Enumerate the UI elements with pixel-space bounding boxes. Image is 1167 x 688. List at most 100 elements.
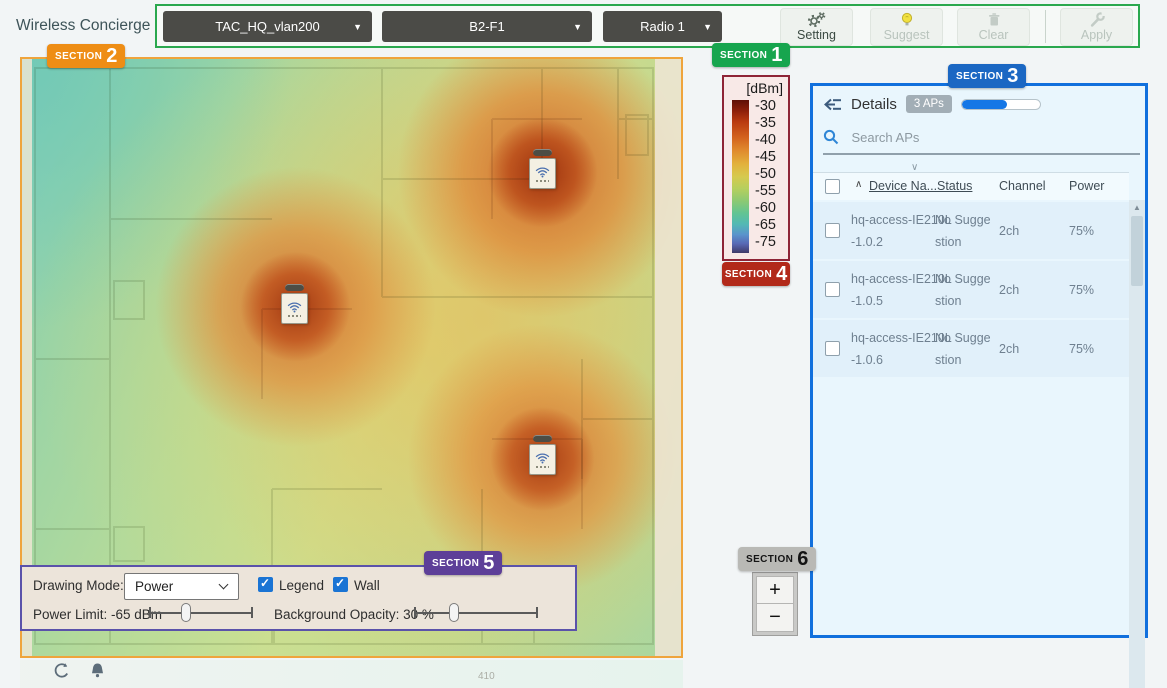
dbm-legend: [dBm] -30 -35 -40 -45 -50 -55 -60 -65 -7… xyxy=(722,75,790,261)
ap-device-icon xyxy=(281,293,308,324)
details-label: Details xyxy=(851,96,897,113)
wifi-icon xyxy=(286,300,303,313)
access-point-1[interactable] xyxy=(529,149,557,189)
suggest-button[interactable]: Suggest xyxy=(870,8,943,46)
legend-checkbox-label: Legend xyxy=(279,578,324,593)
power-limit-label: Power Limit: -65 dBm xyxy=(33,607,162,622)
floor-dropdown-value: B2-F1 xyxy=(469,19,504,34)
opacity-slider[interactable] xyxy=(414,603,538,623)
floor-dropdown[interactable]: B2-F1 ▼ xyxy=(382,11,592,42)
ap-ports xyxy=(536,180,549,182)
progress-fill xyxy=(962,100,1007,109)
gear-icon xyxy=(807,12,826,27)
power-cell: 75% xyxy=(1069,261,1094,318)
ap-device-icon xyxy=(529,158,556,189)
toolbar-separator xyxy=(1045,10,1046,43)
ap-list-panel: Details 3 APs ∨ ∧ Device Na... Status Ch… xyxy=(810,83,1148,638)
clear-button-label: Clear xyxy=(979,28,1009,42)
legend-tick-labels: -30 -35 -40 -45 -50 -55 -60 -65 -75 xyxy=(755,98,776,251)
suggest-button-label: Suggest xyxy=(884,28,930,42)
row-checkbox[interactable] xyxy=(825,341,840,356)
annotation-section-1: SECTION1 xyxy=(712,43,790,67)
legend-checkbox[interactable] xyxy=(258,577,273,592)
ap-device-icon xyxy=(529,444,556,475)
lightbulb-icon xyxy=(898,12,916,27)
clear-button[interactable]: Clear xyxy=(957,8,1030,46)
network-dropdown[interactable]: TAC_HQ_vlan200 ▼ xyxy=(163,11,372,42)
annotation-section-3: SECTION3 xyxy=(948,64,1026,88)
chevron-down-icon: ▼ xyxy=(573,22,582,32)
wrench-icon xyxy=(1088,12,1106,27)
wifi-icon xyxy=(534,451,551,464)
status-cell: No Suggestion xyxy=(935,327,993,371)
ap-count-badge: 3 APs xyxy=(906,95,952,113)
map-zoom-control: + − xyxy=(752,572,798,636)
setting-button-label: Setting xyxy=(797,28,836,42)
wall-checkbox-label: Wall xyxy=(354,578,380,593)
table-row[interactable]: hq-access-IE210L-1.0.2 No Suggestion 2ch… xyxy=(813,202,1129,259)
power-limit-slider[interactable] xyxy=(149,603,253,623)
channel-cell: 2ch xyxy=(999,261,1019,318)
opacity-slider-thumb[interactable] xyxy=(449,603,459,622)
status-cell: No Suggestion xyxy=(935,209,993,253)
annotation-section-5: SECTION5 xyxy=(424,551,502,575)
column-power: Power xyxy=(1069,179,1104,193)
radio-dropdown[interactable]: Radio 1 ▼ xyxy=(603,11,722,42)
power-cell: 75% xyxy=(1069,202,1094,259)
ap-ports xyxy=(288,315,301,317)
zoom-out-button[interactable]: − xyxy=(756,604,794,632)
scroll-up-icon[interactable]: ▲ xyxy=(1129,203,1145,212)
legend-color-scale xyxy=(732,100,749,253)
column-device-name[interactable]: Device Na... xyxy=(869,179,937,193)
refresh-icon[interactable] xyxy=(52,662,71,681)
wireless-concierge-app: Wireless Concierge TAC_HQ_vlan200 ▼ B2-F… xyxy=(0,0,1167,688)
table-row[interactable]: hq-access-IE210L-1.0.5 No Suggestion 2ch… xyxy=(813,261,1129,318)
sort-asc-icon: ∧ xyxy=(855,179,862,190)
chevron-down-icon: ▼ xyxy=(703,22,712,32)
drawing-mode-value: Power xyxy=(135,579,173,594)
drawing-mode-label: Drawing Mode: xyxy=(33,578,124,593)
floorplan-room-label: 410 xyxy=(478,671,495,682)
column-channel: Channel xyxy=(999,179,1046,193)
search-underline xyxy=(823,153,1140,155)
chevron-down-icon xyxy=(219,580,229,590)
suggestion-progress-bar xyxy=(961,99,1041,110)
column-status[interactable]: Status xyxy=(937,179,972,193)
channel-cell: 2ch xyxy=(999,320,1019,377)
wifi-icon xyxy=(534,165,551,178)
wall-checkbox[interactable] xyxy=(333,577,348,592)
channel-cell: 2ch xyxy=(999,202,1019,259)
select-all-checkbox[interactable] xyxy=(825,179,840,194)
ap-antenna-icon xyxy=(533,435,552,442)
apply-button[interactable]: Apply xyxy=(1060,8,1133,46)
floorplan-continuation xyxy=(20,660,683,688)
row-checkbox[interactable] xyxy=(825,223,840,238)
scrollbar-thumb[interactable] xyxy=(1131,216,1143,286)
drawing-mode-select[interactable]: Power xyxy=(124,573,239,600)
search-icon xyxy=(823,129,839,145)
annotation-section-6: SECTION6 xyxy=(738,547,816,571)
access-point-3[interactable] xyxy=(529,435,557,475)
setting-button[interactable]: Setting xyxy=(780,8,853,46)
opacity-label: Background Opacity: 30 % xyxy=(274,607,434,622)
bell-icon[interactable] xyxy=(89,662,106,680)
annotation-section-4: SECTION4 xyxy=(722,262,790,286)
legend-title: [dBm] xyxy=(746,80,783,96)
status-cell: No Suggestion xyxy=(935,268,993,312)
table-scrollbar[interactable]: ▲ ▼ xyxy=(1129,200,1145,688)
power-limit-slider-thumb[interactable] xyxy=(181,603,191,622)
ap-antenna-icon xyxy=(285,284,304,291)
search-aps-input[interactable] xyxy=(851,130,1131,145)
network-dropdown-value: TAC_HQ_vlan200 xyxy=(215,19,320,34)
trash-icon xyxy=(985,12,1003,27)
zoom-in-button[interactable]: + xyxy=(756,576,794,604)
power-cell: 75% xyxy=(1069,320,1094,377)
table-header: ∧ Device Na... Status Channel Power xyxy=(813,172,1129,200)
collapse-details-icon[interactable] xyxy=(823,98,842,111)
apply-button-label: Apply xyxy=(1081,28,1112,42)
ap-ports xyxy=(536,466,549,468)
app-title: Wireless Concierge xyxy=(16,17,150,35)
row-checkbox[interactable] xyxy=(825,282,840,297)
table-row[interactable]: hq-access-IE210L-1.0.6 No Suggestion 2ch… xyxy=(813,320,1129,377)
access-point-2[interactable] xyxy=(281,284,309,324)
